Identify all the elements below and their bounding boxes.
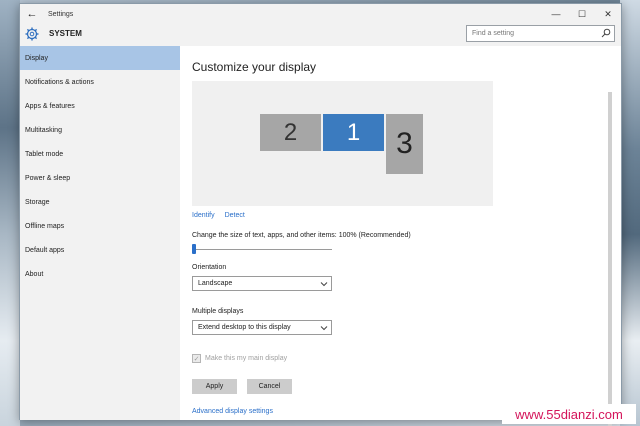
orientation-value: Landscape	[198, 280, 233, 287]
monitor-2[interactable]: 2	[260, 114, 321, 151]
sidebar-item-about[interactable]: About	[20, 262, 180, 286]
monitor-3[interactable]: 3	[386, 114, 423, 174]
scale-slider-thumb[interactable]	[192, 244, 196, 254]
section-title: SYSTEM	[49, 29, 82, 38]
search-placeholder: Find a setting	[472, 30, 515, 37]
monitor-1[interactable]: 1	[323, 114, 384, 151]
scale-label: Change the size of text, apps, and other…	[192, 232, 411, 239]
watermark: www.55dianzi.com	[502, 404, 636, 424]
close-button[interactable]: ✕	[595, 4, 621, 24]
sidebar-item-tablet-mode[interactable]: Tablet mode	[20, 142, 180, 166]
minimize-button[interactable]: —	[543, 4, 569, 24]
search-icon[interactable]	[601, 28, 611, 38]
sidebar-item-multitasking[interactable]: Multitasking	[20, 118, 180, 142]
desktop-background-left	[0, 0, 20, 426]
sidebar-item-apps-features[interactable]: Apps & features	[20, 94, 180, 118]
window-title: Settings	[48, 10, 74, 18]
advanced-display-settings-link[interactable]: Advanced display settings	[192, 408, 273, 415]
main-content: Customize your display 2 1 3 Identify De…	[180, 46, 614, 426]
orientation-dropdown[interactable]: Landscape	[192, 276, 332, 291]
cancel-button[interactable]: Cancel	[247, 379, 292, 394]
maximize-button[interactable]: ☐	[569, 4, 595, 24]
gear-icon	[25, 27, 39, 41]
main-display-checkbox[interactable]: ✓	[192, 354, 201, 363]
sidebar: Display Notifications & actions Apps & f…	[20, 46, 180, 420]
sidebar-item-notifications[interactable]: Notifications & actions	[20, 70, 180, 94]
sidebar-item-storage[interactable]: Storage	[20, 190, 180, 214]
identify-link[interactable]: Identify	[192, 212, 215, 219]
multiple-displays-label: Multiple displays	[192, 308, 244, 315]
search-input[interactable]: Find a setting	[466, 25, 615, 42]
page-title: Customize your display	[192, 60, 317, 74]
display-arrangement: 2 1 3	[192, 81, 493, 206]
display-links: Identify Detect	[192, 212, 245, 219]
sidebar-item-default-apps[interactable]: Default apps	[20, 238, 180, 262]
chevron-down-icon	[320, 326, 328, 331]
detect-link[interactable]: Detect	[225, 212, 245, 219]
desktop-background-right	[620, 0, 640, 426]
settings-window: ← Settings — ☐ ✕ SYSTEM Find a setting D…	[19, 3, 622, 426]
apply-button[interactable]: Apply	[192, 379, 237, 394]
orientation-label: Orientation	[192, 264, 227, 271]
chevron-down-icon	[320, 282, 328, 287]
sidebar-item-offline-maps[interactable]: Offline maps	[20, 214, 180, 238]
sidebar-item-power-sleep[interactable]: Power & sleep	[20, 166, 180, 190]
main-display-option: ✓ Make this my main display	[192, 354, 287, 363]
title-bar: ← Settings — ☐ ✕	[20, 4, 621, 24]
settings-header: SYSTEM Find a setting	[20, 24, 621, 46]
main-display-label: Make this my main display	[205, 355, 288, 362]
sidebar-item-display[interactable]: Display	[20, 46, 180, 70]
scale-slider-track[interactable]	[192, 249, 332, 250]
scrollbar[interactable]	[608, 92, 612, 426]
multiple-displays-value: Extend desktop to this display	[198, 324, 291, 331]
multiple-displays-dropdown[interactable]: Extend desktop to this display	[192, 320, 332, 335]
window-controls: — ☐ ✕	[543, 4, 621, 24]
back-arrow-icon[interactable]: ←	[20, 4, 44, 24]
